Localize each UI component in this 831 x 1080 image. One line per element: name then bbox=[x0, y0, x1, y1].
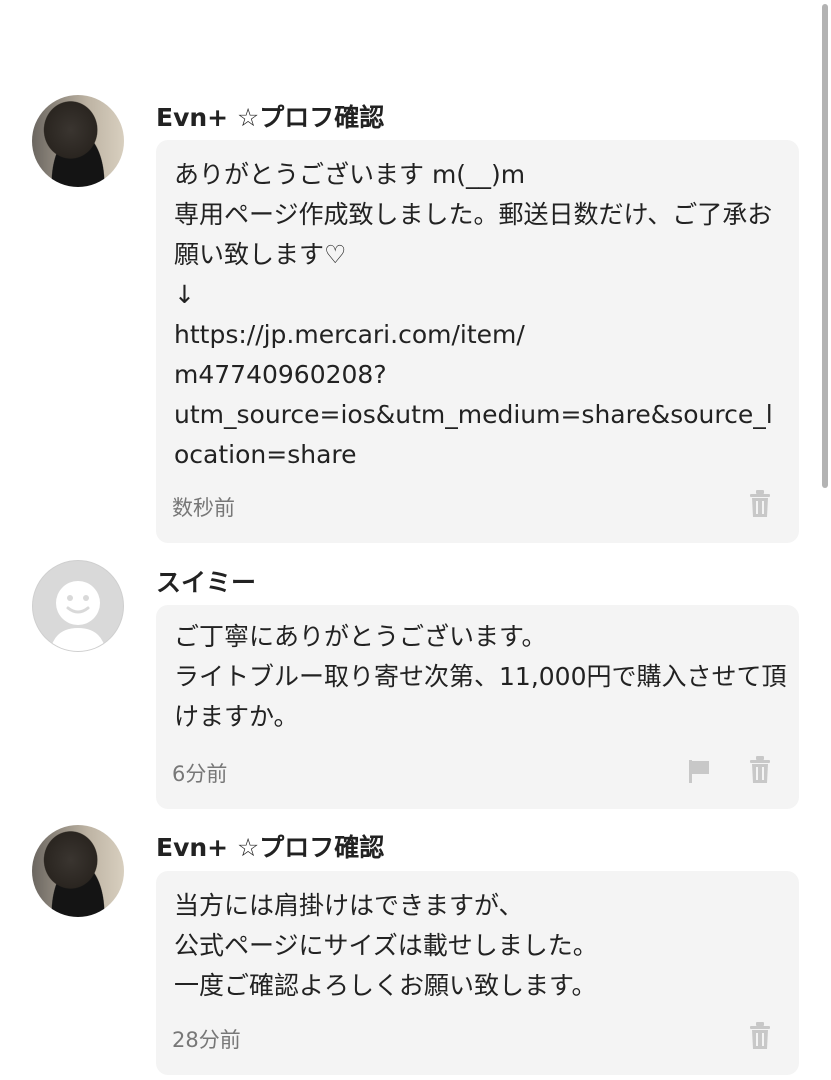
flag-icon[interactable] bbox=[688, 759, 710, 783]
comment-message: ご丁寧にありがとうございます。 ライトブルー取り寄せ次第、11,000円で購入さ… bbox=[174, 622, 787, 731]
trash-icon[interactable] bbox=[749, 490, 771, 518]
comment-bubble: 当方には肩掛けはできますが、 公式ページにサイズは載せしました。 一度ご確認よろ… bbox=[156, 871, 799, 1075]
trash-icon[interactable] bbox=[749, 756, 771, 784]
default-avatar-icon bbox=[50, 581, 106, 651]
comment-time: 数秒前 bbox=[172, 496, 235, 520]
comment-username[interactable]: Evn+ ☆プロフ確認 bbox=[156, 98, 384, 134]
trash-icon[interactable] bbox=[749, 1022, 771, 1050]
comment-username[interactable]: Evn+ ☆プロフ確認 bbox=[156, 828, 384, 864]
avatar[interactable] bbox=[32, 560, 124, 652]
comment-message: 当方には肩掛けはできますが、 公式ページにサイズは載せしました。 一度ご確認よろ… bbox=[174, 891, 598, 1000]
avatar[interactable] bbox=[32, 825, 124, 917]
comment-message: ありがとうございます m(__)m 専用ページ作成致しました。郵送日数だけ、ご了… bbox=[174, 160, 773, 469]
avatar[interactable] bbox=[32, 95, 124, 187]
comment-time: 6分前 bbox=[172, 762, 228, 786]
scrollbar[interactable] bbox=[822, 4, 828, 488]
comment-username[interactable]: スイミー bbox=[156, 563, 256, 599]
comment-bubble: ご丁寧にありがとうございます。 ライトブルー取り寄せ次第、11,000円で購入さ… bbox=[156, 605, 799, 809]
comment-bubble: ありがとうございます m(__)m 専用ページ作成致しました。郵送日数だけ、ご了… bbox=[156, 140, 799, 543]
comment-time: 28分前 bbox=[172, 1028, 241, 1052]
